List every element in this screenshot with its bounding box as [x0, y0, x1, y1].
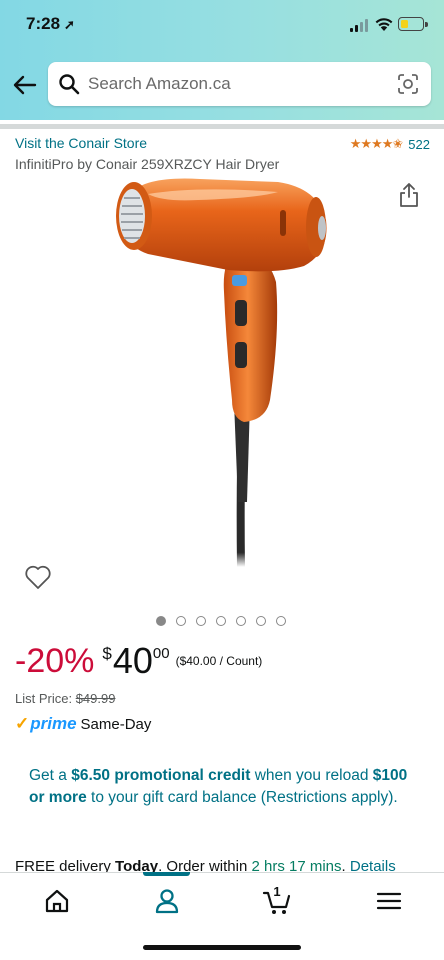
unit-price: ($40.00 / Count) [175, 654, 263, 668]
battery-icon [398, 17, 428, 31]
cart-button[interactable]: 1 [262, 884, 292, 915]
promo-text: when you reload [250, 767, 373, 784]
list-price: List Price: $49.99 [15, 691, 115, 706]
menu-icon[interactable] [374, 887, 404, 915]
price-currency: $ [102, 644, 112, 663]
bottom-nav: 1 [0, 872, 444, 960]
image-dot[interactable] [256, 616, 266, 626]
header-divider [0, 124, 444, 129]
price-whole: 40 [112, 640, 153, 681]
image-dot[interactable] [156, 616, 166, 626]
search-icon [59, 74, 80, 95]
image-dot[interactable] [236, 616, 246, 626]
discount-percent: -20% [15, 642, 95, 680]
wifi-icon [375, 18, 393, 31]
camera-icon[interactable] [397, 73, 419, 95]
cart-count: 1 [273, 884, 281, 899]
image-dot[interactable] [176, 616, 186, 626]
prime-sameday: Same-Day [80, 715, 152, 733]
promo-text: Get a [29, 767, 72, 784]
search-input[interactable] [88, 62, 378, 106]
price-row: -20% $ 40 00 ($40.00 / Count) [15, 640, 262, 686]
image-dot[interactable] [196, 616, 206, 626]
image-pagination[interactable] [156, 616, 286, 626]
back-button[interactable] [10, 70, 40, 100]
rating-summary[interactable]: ★★★★✬ 522 [350, 136, 430, 152]
list-price-label: List Price: [15, 691, 73, 706]
promo-credit-link[interactable]: Get a $6.50 promotional credit when you … [29, 765, 424, 809]
list-price-value: $49.99 [75, 691, 116, 706]
location-arrow-icon: ➚ [64, 17, 75, 32]
search-bar[interactable] [48, 62, 431, 106]
share-icon[interactable] [398, 182, 420, 208]
star-rating-icon: ★★★★✬ [349, 136, 404, 151]
product-image[interactable] [108, 172, 338, 592]
account-icon[interactable] [152, 887, 182, 915]
app-header: 7:28 ➚ [0, 0, 444, 120]
heart-icon[interactable] [24, 564, 52, 590]
price-fraction: 00 [152, 645, 170, 662]
prime-logo: prime [30, 714, 77, 733]
product-title: InfinitiPro by Conair 259XRZCY Hair Drye… [15, 156, 280, 172]
status-time-text: 7:28 [26, 14, 61, 33]
rating-count[interactable]: 522 [408, 137, 430, 152]
status-time: 7:28 ➚ [26, 14, 75, 34]
prime-badge: ✓ prime Same-Day [15, 714, 151, 734]
promo-text: to your gift card balance (Restrictions … [86, 789, 398, 806]
image-dot[interactable] [276, 616, 286, 626]
prime-check-icon: ✓ [15, 714, 30, 733]
nav-active-indicator [143, 872, 190, 876]
home-icon[interactable] [42, 887, 72, 915]
image-dot[interactable] [216, 616, 226, 626]
home-indicator[interactable] [143, 945, 301, 950]
store-link[interactable]: Visit the Conair Store [15, 135, 147, 151]
cellular-signal-icon [350, 19, 370, 32]
back-arrow-icon [13, 75, 37, 95]
promo-credit-amount: $6.50 promotional credit [71, 767, 251, 784]
